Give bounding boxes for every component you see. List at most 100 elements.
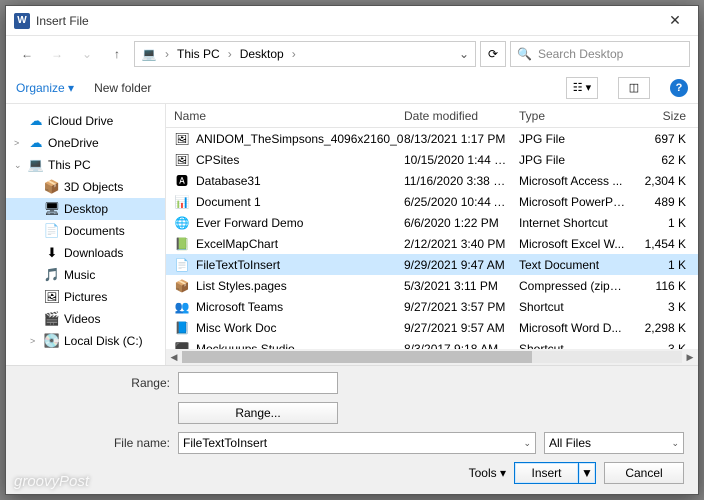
folder-icon: ⬇ — [44, 245, 60, 261]
help-icon[interactable]: ? — [670, 79, 688, 97]
column-size[interactable]: Size — [634, 109, 694, 123]
file-type: Microsoft Word D... — [519, 321, 634, 335]
forward-button[interactable]: → — [44, 41, 70, 67]
navigation-tree[interactable]: ☁iCloud Drive>☁OneDrive⌄💻This PC📦3D Obje… — [6, 104, 166, 365]
file-row[interactable]: 👥Microsoft Teams9/27/2021 3:57 PMShortcu… — [166, 296, 698, 317]
chevron-down-icon[interactable]: ⌄ — [671, 438, 679, 449]
tree-item[interactable]: 📦3D Objects — [6, 176, 165, 198]
file-row[interactable]: ⬛Mockuuups Studio8/3/2017 9:18 AMShortcu… — [166, 338, 698, 349]
chevron-right-icon[interactable]: › — [224, 47, 236, 61]
file-name: Mockuuups Studio — [196, 342, 295, 350]
address-bar[interactable]: 💻 › This PC › Desktop › ⌄ — [134, 41, 476, 67]
file-row[interactable]: 📊Document 16/25/2020 10:44 A...Microsoft… — [166, 191, 698, 212]
breadcrumb[interactable]: Desktop — [240, 47, 284, 61]
column-headers[interactable]: Name Date modified Type Size — [166, 104, 698, 128]
titlebar: W Insert File ✕ — [6, 6, 698, 36]
file-date: 2/12/2021 3:40 PM — [404, 237, 519, 251]
file-row[interactable]: 📘Misc Work Doc9/27/2021 9:57 AMMicrosoft… — [166, 317, 698, 338]
tree-item[interactable]: 🎬Videos — [6, 308, 165, 330]
file-size: 2,304 K — [634, 174, 694, 188]
view-options-button[interactable]: ☷ ▾ — [566, 77, 598, 99]
tree-item[interactable]: 🖼Pictures — [6, 286, 165, 308]
file-row[interactable]: 📗ExcelMapChart2/12/2021 3:40 PMMicrosoft… — [166, 233, 698, 254]
scroll-thumb[interactable] — [182, 351, 532, 363]
file-date: 9/27/2021 3:57 PM — [404, 300, 519, 314]
file-row[interactable]: 🖼ANIDOM_TheSimpsons_4096x2160_018/13/202… — [166, 128, 698, 149]
file-size: 62 K — [634, 153, 694, 167]
file-date: 6/6/2020 1:22 PM — [404, 216, 519, 230]
file-size: 116 K — [634, 279, 694, 293]
file-row[interactable]: 📦List Styles.pages5/3/2021 3:11 PMCompre… — [166, 275, 698, 296]
expand-icon[interactable]: ⌄ — [14, 160, 24, 171]
tree-item[interactable]: >💽Local Disk (C:) — [6, 330, 165, 352]
file-date: 6/25/2020 10:44 A... — [404, 195, 519, 209]
tree-item-label: Local Disk (C:) — [64, 334, 143, 348]
folder-icon: 💻 — [28, 157, 44, 173]
new-folder-button[interactable]: New folder — [94, 81, 151, 95]
scroll-left-icon[interactable]: ◀ — [166, 352, 182, 363]
file-filter-dropdown[interactable]: All Files⌄ — [544, 432, 684, 454]
insert-file-dialog: W Insert File ✕ ← → ⌄ ↑ 💻 › This PC › De… — [5, 5, 699, 495]
tree-item[interactable]: ⌄💻This PC — [6, 154, 165, 176]
file-row[interactable]: 🌐Ever Forward Demo6/6/2020 1:22 PMIntern… — [166, 212, 698, 233]
file-name: Microsoft Teams — [196, 300, 283, 314]
column-date[interactable]: Date modified — [404, 109, 519, 123]
refresh-button[interactable]: ⟳ — [480, 41, 506, 67]
column-name[interactable]: Name — [174, 109, 404, 123]
preview-pane-button[interactable]: ◫ — [618, 77, 650, 99]
breadcrumb[interactable]: This PC — [177, 47, 220, 61]
range-input[interactable] — [178, 372, 338, 394]
tree-item[interactable]: ☁iCloud Drive — [6, 110, 165, 132]
organize-menu[interactable]: Organize ▾ — [16, 81, 74, 95]
tree-item[interactable]: ⬇Downloads — [6, 242, 165, 264]
tree-item[interactable]: 📄Documents — [6, 220, 165, 242]
chevron-down-icon[interactable]: ⌄ — [523, 438, 531, 449]
tree-item-label: Desktop — [64, 202, 108, 216]
file-row[interactable]: 🖼CPSites10/15/2020 1:44 PMJPG File62 K — [166, 149, 698, 170]
filename-input[interactable]: FileTextToInsert⌄ — [178, 432, 536, 454]
expand-icon[interactable]: > — [30, 336, 40, 346]
horizontal-scrollbar[interactable]: ◀ ▶ — [166, 349, 698, 365]
file-type: JPG File — [519, 153, 634, 167]
folder-icon: ☁ — [28, 135, 44, 151]
close-icon[interactable]: ✕ — [660, 12, 690, 29]
cancel-button[interactable]: Cancel — [604, 462, 684, 484]
expand-icon[interactable]: > — [14, 138, 24, 148]
tree-item[interactable]: 🎵Music — [6, 264, 165, 286]
file-rows[interactable]: 🖼ANIDOM_TheSimpsons_4096x2160_018/13/202… — [166, 128, 698, 349]
search-icon: 🔍 — [517, 47, 532, 61]
tree-item-label: Documents — [64, 224, 125, 238]
up-button[interactable]: ↑ — [104, 41, 130, 67]
recent-locations-button[interactable]: ⌄ — [74, 41, 100, 67]
insert-button[interactable]: Insert — [514, 462, 578, 484]
file-icon: 📗 — [174, 236, 190, 252]
column-type[interactable]: Type — [519, 109, 634, 123]
search-input[interactable]: 🔍 Search Desktop — [510, 41, 690, 67]
chevron-right-icon[interactable]: › — [161, 47, 173, 61]
scroll-track[interactable] — [182, 351, 682, 363]
range-button[interactable]: Range... — [178, 402, 338, 424]
file-size: 1 K — [634, 258, 694, 272]
tree-item[interactable]: >☁OneDrive — [6, 132, 165, 154]
folder-icon: 🖥 — [44, 201, 60, 217]
tools-menu[interactable]: Tools ▾ — [469, 466, 506, 480]
tree-item[interactable]: 🖥 Desktop — [6, 198, 165, 220]
address-dropdown-icon[interactable]: ⌄ — [459, 47, 469, 61]
action-buttons: Tools ▾ Insert ▼ Cancel — [20, 462, 684, 484]
toolbar: Organize ▾ New folder ☷ ▾ ◫ ? — [6, 72, 698, 104]
range-label: Range: — [20, 376, 170, 390]
file-row[interactable]: 📄FileTextToInsert9/29/2021 9:47 AMText D… — [166, 254, 698, 275]
scroll-right-icon[interactable]: ▶ — [682, 352, 698, 363]
chevron-right-icon[interactable]: › — [288, 47, 300, 61]
file-icon: 🖼 — [174, 131, 190, 147]
file-row[interactable]: 🅰Database3111/16/2020 3:38 PMMicrosoft A… — [166, 170, 698, 191]
file-type: Microsoft Excel W... — [519, 237, 634, 251]
file-icon: 👥 — [174, 299, 190, 315]
back-button[interactable]: ← — [14, 41, 40, 67]
file-type: Compressed (zipp... — [519, 279, 634, 293]
file-type: Microsoft Access ... — [519, 174, 634, 188]
insert-split-button[interactable]: ▼ — [578, 462, 596, 484]
file-name: FileTextToInsert — [196, 258, 280, 272]
file-size: 1 K — [634, 216, 694, 230]
file-date: 9/29/2021 9:47 AM — [404, 258, 519, 272]
